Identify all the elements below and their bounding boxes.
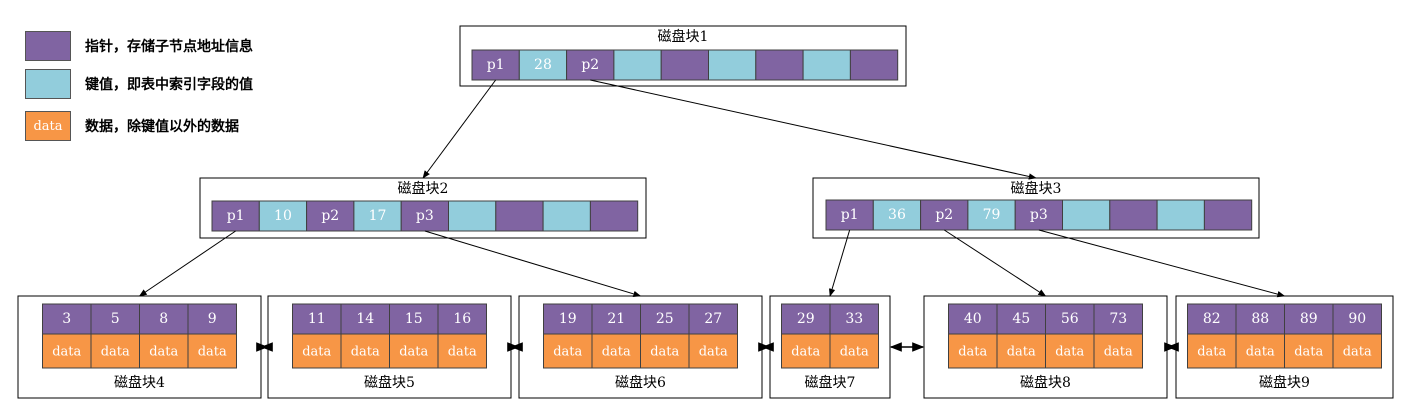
- leaf-data-label-n9-1: data: [1246, 345, 1275, 360]
- btree-diagram: 指针，存储子节点地址信息 键值，即表中索引字段的值 data 数据，除键值以外的…: [0, 0, 1415, 420]
- leaf-key-label-n4-1: 5: [111, 311, 120, 327]
- leaf-key-label-n8-0: 40: [964, 311, 982, 327]
- key-label-n2-3: 17: [369, 208, 387, 224]
- edge-n1-n3: [590, 79, 1037, 180]
- edge-n3-n9: [1038, 229, 1286, 298]
- disk-block-title-n2: 磁盘块2: [398, 180, 449, 197]
- leaf-data-label-n8-3: data: [1104, 345, 1133, 360]
- pointer-label-n2-4: p3: [416, 208, 434, 224]
- pointer-label-n2-2: p2: [321, 208, 339, 224]
- edge-n3-n8: [943, 229, 1047, 297]
- leaf-data-label-n5-1: data: [351, 345, 380, 360]
- leaf-data-label-n8-1: data: [1007, 345, 1036, 360]
- leaf-data-label-n4-0: data: [52, 345, 81, 360]
- leaf-key-label-n5-2: 15: [405, 311, 423, 327]
- pointer-label-n3-4: p3: [1030, 207, 1048, 223]
- leaf-data-label-n9-0: data: [1197, 345, 1226, 360]
- pointer-cell-n3-8: [1203, 199, 1253, 231]
- edge-n1-n2: [422, 79, 497, 179]
- key-label-n1-1: 28: [534, 57, 552, 73]
- pointer-cell-n3-6: [1109, 199, 1158, 231]
- leaf-key-label-n6-0: 19: [559, 311, 577, 327]
- leaf-key-label-n8-1: 45: [1012, 311, 1030, 327]
- pointer-cell-n2-6: [495, 200, 544, 232]
- leaf-key-label-n6-1: 21: [607, 311, 625, 327]
- leaf-key-label-n9-3: 90: [1348, 311, 1366, 327]
- disk-block-title-n7: 磁盘块7: [805, 374, 856, 391]
- key-cell-n2-5: [448, 200, 497, 232]
- leaf-key-label-n5-1: 14: [356, 311, 374, 327]
- leaf-key-label-n9-2: 89: [1300, 311, 1318, 327]
- leaf-data-label-n5-0: data: [302, 345, 331, 360]
- leaf-key-label-n4-2: 8: [159, 311, 168, 327]
- leaf-key-label-n6-3: 27: [704, 311, 722, 327]
- pointer-cell-n1-4: [660, 49, 710, 81]
- pointer-label-n3-2: p2: [935, 207, 953, 223]
- leaf-data-label-n7-1: data: [840, 345, 869, 360]
- leaf-data-label-n5-2: data: [399, 345, 428, 360]
- edge-n2-n6: [424, 230, 642, 297]
- disk-block-title-n4: 磁盘块4: [114, 374, 165, 391]
- leaf-data-label-n6-1: data: [602, 345, 631, 360]
- leaf-data-label-n4-1: data: [101, 345, 130, 360]
- edge-n2-n4: [138, 230, 236, 297]
- disk-block-title-n1: 磁盘块1: [658, 28, 709, 45]
- pointer-cell-n1-6: [755, 49, 804, 81]
- leaf-key-label-n4-3: 9: [208, 311, 217, 327]
- pointer-label-n1-2: p2: [581, 57, 599, 73]
- leaf-key-label-n7-0: 29: [797, 311, 815, 327]
- leaf-key-label-n5-0: 11: [308, 311, 326, 327]
- disk-block-title-n3: 磁盘块3: [1011, 180, 1062, 197]
- leaf-key-label-n9-0: 82: [1203, 311, 1221, 327]
- key-label-n3-3: 79: [983, 207, 1001, 223]
- leaf-data-label-n9-3: data: [1343, 345, 1372, 360]
- leaf-data-label-n4-2: data: [149, 345, 178, 360]
- leaf-data-label-n9-2: data: [1294, 345, 1323, 360]
- leaf-key-label-n5-3: 16: [453, 311, 471, 327]
- key-label-n2-1: 10: [274, 208, 292, 224]
- key-cell-n3-5: [1062, 199, 1111, 231]
- leaf-data-label-n6-2: data: [650, 345, 679, 360]
- disk-block-title-n8: 磁盘块8: [1020, 374, 1071, 391]
- leaf-key-label-n4-0: 3: [62, 311, 71, 327]
- leaf-data-label-n5-3: data: [448, 345, 477, 360]
- pointer-label-n2-0: p1: [227, 208, 245, 224]
- key-label-n3-1: 36: [888, 207, 906, 223]
- key-cell-n3-7: [1156, 199, 1205, 231]
- key-cell-n2-7: [542, 200, 591, 232]
- pointer-label-n1-0: p1: [487, 57, 505, 73]
- key-cell-n1-3: [613, 49, 662, 81]
- leaf-data-label-n6-0: data: [553, 345, 582, 360]
- disk-block-title-n6: 磁盘块6: [615, 374, 666, 391]
- leaf-data-label-n8-2: data: [1055, 345, 1084, 360]
- pointer-cell-n2-8: [589, 200, 639, 232]
- leaf-data-label-n6-3: data: [699, 345, 728, 360]
- leaf-key-label-n8-2: 56: [1061, 311, 1079, 327]
- leaf-data-label-n4-3: data: [198, 345, 227, 360]
- pointer-label-n3-0: p1: [841, 207, 859, 223]
- leaf-key-label-n9-1: 88: [1251, 311, 1269, 327]
- key-cell-n1-7: [802, 49, 851, 81]
- pointer-cell-n1-8: [849, 49, 899, 81]
- leaf-key-label-n8-3: 73: [1109, 311, 1127, 327]
- leaf-key-label-n6-2: 25: [656, 311, 674, 327]
- disk-block-title-n5: 磁盘块5: [364, 374, 415, 391]
- leaf-data-label-n7-0: data: [791, 345, 820, 360]
- tree-canvas: 磁盘块1 p1 28 p2 磁盘块2 p1 10 p2 17 p3 磁盘块3 p1 36 p2 79 p3 3 d…: [17, 25, 1394, 399]
- leaf-data-label-n8-0: data: [958, 345, 987, 360]
- edge-n3-n7: [828, 229, 851, 297]
- key-cell-n1-5: [708, 49, 757, 81]
- leaf-key-label-n7-1: 33: [845, 311, 863, 327]
- disk-block-title-n9: 磁盘块9: [1259, 374, 1310, 391]
